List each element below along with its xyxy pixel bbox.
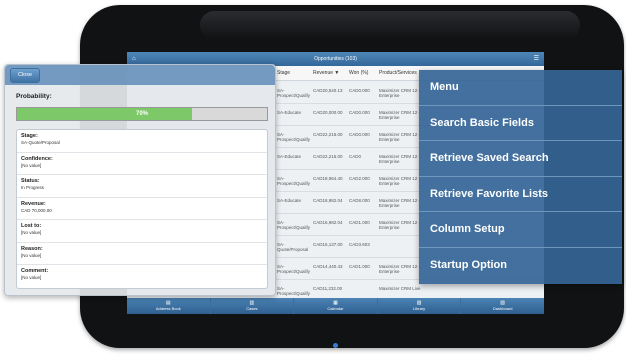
tablet-bezel [200, 11, 580, 39]
table-cell: SA-Educate [277, 198, 302, 203]
nav-label: Library [412, 306, 426, 311]
field-status[interactable]: Status: In Progress [17, 175, 267, 198]
field-value: [No value] [21, 252, 42, 258]
field-label: Reason: [21, 245, 43, 252]
table-cell: CAD0.000 [349, 88, 370, 93]
column-header-revenue-label: Revenue [313, 70, 334, 76]
sort-desc-icon: ▼ [334, 70, 340, 76]
field-lost-to[interactable]: Lost to: [No value] [17, 220, 267, 243]
menu-title: Menu [419, 70, 622, 106]
table-cell: CAD1.000 [349, 264, 370, 269]
table-cell: SA-Prospect/Qualify [277, 264, 311, 274]
close-button[interactable]: Close [10, 68, 40, 83]
table-cell: CAD20,000.00 [313, 110, 343, 115]
app-title: Opportunities (103) [314, 56, 357, 62]
nav-label: Cases [246, 306, 258, 311]
table-cell: CAD1.000 [349, 220, 370, 225]
field-comment[interactable]: Comment: [No value] [17, 265, 267, 288]
menu-item-startup-option[interactable]: Startup Option [419, 248, 622, 284]
table-cell: CAD18,982.04 [313, 198, 343, 203]
table-cell: CAD16,982.04 [313, 220, 343, 225]
probability-label: Probability: [16, 93, 52, 100]
column-header-products[interactable]: Product/Services [379, 66, 417, 80]
column-header-stage[interactable]: Stage [277, 66, 290, 80]
table-cell: SA-Prospect/Qualify [277, 176, 311, 186]
probability-value: 70% [135, 111, 148, 117]
field-reason[interactable]: Reason: [No value] [17, 243, 267, 265]
table-cell: SA-Prospect/Qualify [277, 220, 311, 230]
nav-label: Calendar [327, 306, 344, 311]
table-cell: Maximizer CRM Live [379, 286, 421, 291]
field-label: Revenue: [21, 200, 46, 207]
opportunity-detail-panel: Close Probability: 70% Stage: SA-Quote/Pr… [4, 64, 276, 296]
table-cell: CAD11,232.00 [313, 286, 343, 291]
gear-icon[interactable]: ☰ [534, 52, 539, 66]
table-cell: CAD8.000 [349, 198, 370, 203]
nav-cases[interactable]: ▥ Cases [211, 298, 295, 314]
table-cell: CAD20,540.13 [313, 88, 343, 93]
menu-item-retrieve-saved-search[interactable]: Retrieve Saved Search [419, 141, 622, 177]
field-label: Comment: [21, 268, 49, 274]
table-cell: CAD18,964.40 [313, 176, 343, 181]
nav-label: Address Book [155, 306, 181, 311]
table-cell: CAD3.603 [349, 242, 370, 247]
table-cell: SA-Prospect/Qualify [277, 88, 311, 98]
nav-address-book[interactable]: ▤ Address Book [127, 298, 211, 314]
column-header-won[interactable]: Won (%) [349, 66, 368, 80]
table-cell: SA-Educate [277, 154, 302, 159]
options-menu: Menu Search Basic Fields Retrieve Saved … [419, 70, 622, 284]
table-cell: CAD2.000 [349, 176, 370, 181]
field-label: Confidence: [21, 155, 53, 162]
field-value: [No value] [21, 275, 42, 280]
table-cell: SA-Prospect/Qualify [277, 286, 311, 296]
field-label: Stage: [21, 133, 38, 139]
tablet-home-indicator [333, 343, 338, 348]
probability-bar: 70% [16, 107, 268, 121]
field-value: In Progress [21, 185, 45, 190]
field-value: CAD 70,000.00 [21, 207, 52, 213]
table-cell: CAD14,440.43 [313, 264, 343, 269]
table-cell: CAD22,215.00 [313, 132, 343, 137]
field-value: SA-Quote/Proposal [21, 140, 60, 145]
table-cell: CAD0 [349, 154, 362, 159]
menu-item-retrieve-favorite-lists[interactable]: Retrieve Favorite Lists [419, 177, 622, 213]
table-cell: CAD0.000 [349, 132, 370, 137]
nav-dashboard[interactable]: ▨ Dashboard [461, 298, 544, 314]
table-cell: SA-Prospect/Qualify [277, 132, 311, 142]
menu-item-column-setup[interactable]: Column Setup [419, 212, 622, 248]
menu-item-search-basic-fields[interactable]: Search Basic Fields [419, 106, 622, 142]
table-cell: CAD0.000 [349, 110, 370, 115]
field-list: Stage: SA-Quote/Proposal Confidence: [No v… [16, 129, 268, 289]
field-label: Status: [21, 178, 40, 184]
nav-label: Dashboard [492, 306, 513, 311]
table-cell: CAD22,215.00 [313, 154, 343, 159]
field-stage[interactable]: Stage: SA-Quote/Proposal [17, 130, 267, 153]
field-value: [No value] [21, 162, 42, 168]
table-cell: SA-Educate [277, 110, 302, 115]
table-cell: CAD16,137.00 [313, 242, 343, 247]
nav-calendar[interactable]: ▦ Calendar [294, 298, 378, 314]
field-confidence[interactable]: Confidence: [No value] [17, 153, 267, 175]
table-cell: SA-Quote/Proposal [277, 242, 309, 252]
panel-header: Close [5, 65, 275, 85]
nav-library[interactable]: ▧ Library [378, 298, 462, 314]
field-label: Lost to: [21, 223, 42, 229]
field-value: [No value] [21, 230, 42, 235]
field-revenue[interactable]: Revenue: CAD 70,000.00 [17, 198, 267, 220]
column-header-revenue[interactable]: Revenue ▼ [313, 66, 339, 80]
bottom-nav: ▤ Address Book ▥ Cases ▦ Calendar ▧ Library … [127, 298, 544, 314]
